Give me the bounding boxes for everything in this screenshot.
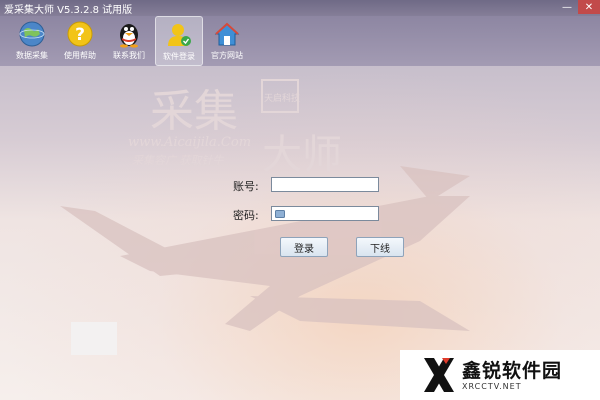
window-title: 爱采集大师 V5.3.2.8 试用版 xyxy=(4,5,133,16)
toolbar-label: 联系我们 xyxy=(113,51,145,60)
account-input[interactable] xyxy=(271,177,379,192)
svg-text:?: ? xyxy=(75,25,85,45)
toolbar-website[interactable]: 官方网站 xyxy=(204,16,250,64)
site-watermark-name: 鑫锐软件园 xyxy=(462,360,563,382)
toolbar-contact[interactable]: 联系我们 xyxy=(106,16,152,64)
x-logo-icon xyxy=(424,358,454,392)
password-input[interactable] xyxy=(271,206,379,221)
user-login-icon xyxy=(168,24,191,46)
globe-icon xyxy=(19,21,45,47)
password-label: 密码: xyxy=(233,209,259,222)
airplane-graphic xyxy=(60,166,470,331)
logout-button[interactable]: 下线 xyxy=(356,237,404,257)
penguin-icon xyxy=(120,24,138,48)
blank-panel xyxy=(71,322,117,355)
toolbar-label: 官方网站 xyxy=(211,51,243,60)
watermark-url: www.Aicaijila.Com xyxy=(128,135,251,150)
window-controls: — ✕ xyxy=(556,0,600,16)
toolbar-help[interactable]: ? 使用帮助 xyxy=(57,16,103,64)
watermark-logo-chars: 采集 xyxy=(150,86,238,137)
login-button[interactable]: 登录 xyxy=(280,237,328,257)
toolbar-data-collect[interactable]: 数据采集 xyxy=(9,16,55,64)
toolbar-login[interactable]: 软件登录 xyxy=(155,16,203,66)
toolbar-label: 使用帮助 xyxy=(64,51,96,60)
main-toolbar: 数据采集 ? 使用帮助 联系我们 软件登录 官方网站 xyxy=(0,16,600,66)
minimize-button[interactable]: — xyxy=(558,0,576,14)
account-label: 账号: xyxy=(233,180,259,193)
watermark-master-chars: 大师 xyxy=(262,132,342,178)
watermark-badge: 天启科技 xyxy=(264,92,300,104)
toolbar-label: 软件登录 xyxy=(163,52,195,61)
toolbar-label: 数据采集 xyxy=(16,51,48,60)
watermark-slogan: 采集容广 获取针牛 xyxy=(132,154,224,167)
site-watermark: 鑫锐软件园 XRCCTV.NET xyxy=(400,350,600,400)
home-icon xyxy=(214,22,240,46)
help-icon: ? xyxy=(67,21,93,47)
keyboard-icon xyxy=(275,210,285,218)
close-button[interactable]: ✕ xyxy=(578,0,600,14)
site-watermark-url: XRCCTV.NET xyxy=(462,382,522,391)
title-bar: 爱采集大师 V5.3.2.8 试用版 — ✕ xyxy=(0,0,600,16)
